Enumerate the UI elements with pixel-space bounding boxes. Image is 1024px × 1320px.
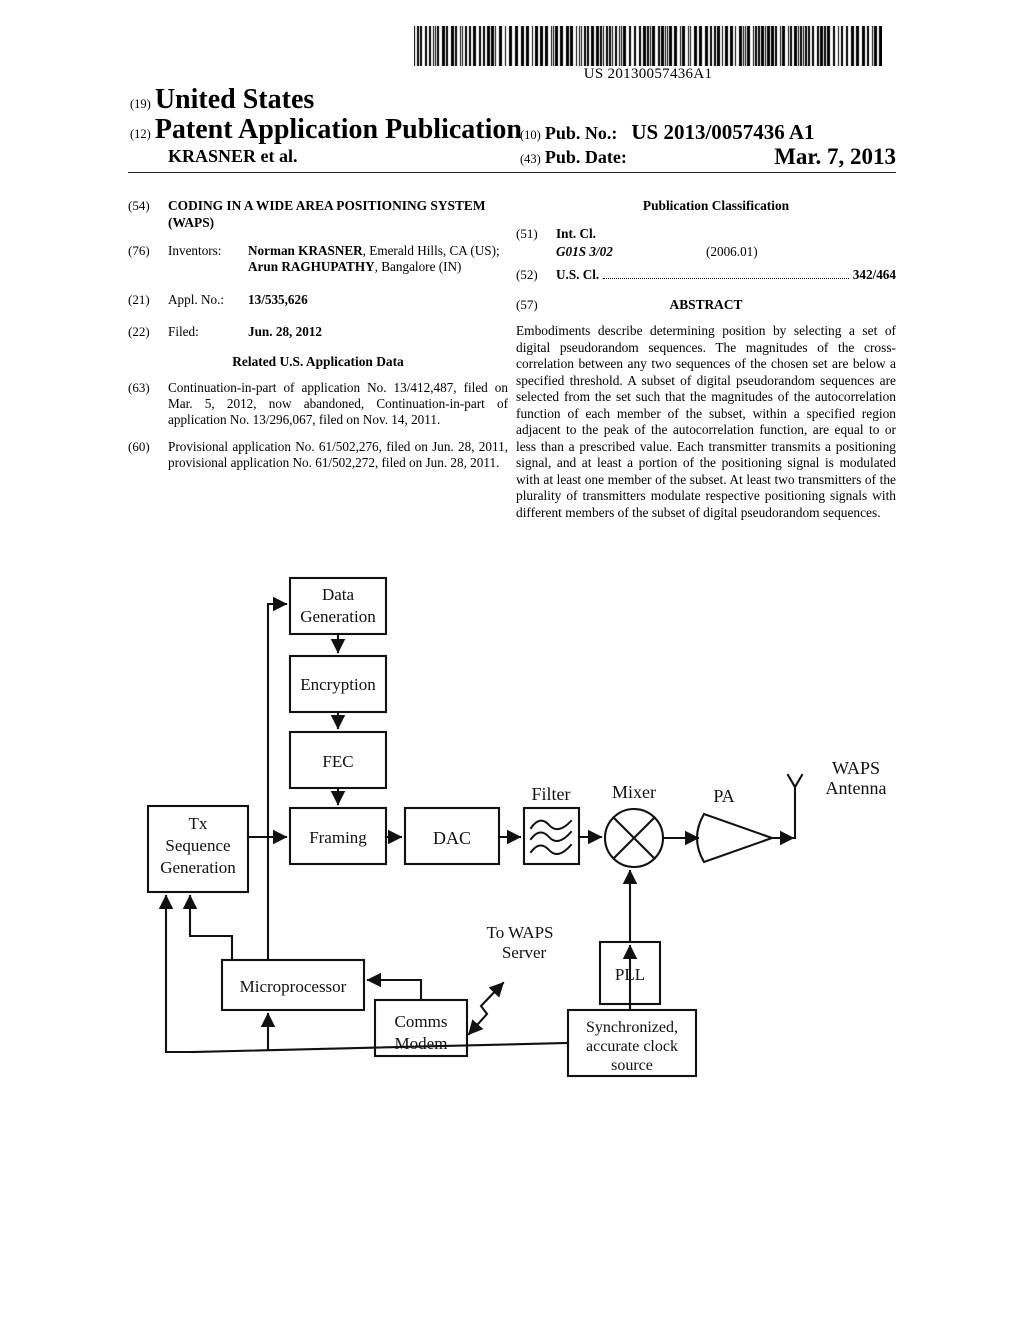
barcode-canvas bbox=[414, 26, 882, 66]
label-tx-1: Tx bbox=[189, 814, 208, 833]
inventor-1-name: Norman KRASNER bbox=[248, 242, 363, 258]
us-cl-field: (52) U.S. Cl. 342/464 bbox=[516, 267, 896, 283]
field-code-76: (76) bbox=[128, 242, 150, 258]
us-cl-label: U.S. Cl. bbox=[556, 266, 600, 282]
edge-microprocessor-modem bbox=[366, 972, 423, 1002]
label-clock-2: accurate clock bbox=[586, 1038, 678, 1055]
label-waps-antenna-1: WAPS bbox=[832, 758, 880, 778]
filed-label: Filed: bbox=[168, 323, 199, 339]
label-tx-3: Generation bbox=[160, 858, 236, 877]
pub-date-label: Pub. Date: bbox=[544, 147, 627, 167]
label-mixer: Mixer bbox=[612, 782, 656, 802]
int-cl-label: Int. Cl. bbox=[556, 226, 596, 242]
pa-symbol-icon bbox=[695, 812, 776, 864]
field-code-10: (10) bbox=[520, 128, 541, 142]
field-code-51: (51) bbox=[516, 226, 538, 242]
label-pa: PA bbox=[713, 786, 734, 806]
appl-no-field: (21) Appl. No.: 13/535,626 bbox=[128, 292, 508, 308]
barcode bbox=[414, 26, 882, 66]
us-cl-leader-dots bbox=[603, 267, 849, 279]
kind-code-12: (12) bbox=[130, 127, 151, 141]
country-line: (19) United States bbox=[130, 84, 314, 116]
us-cl-value: 342/464 bbox=[852, 266, 896, 282]
inventor-1-address: , Emerald Hills, CA (US); bbox=[362, 242, 500, 258]
publication-classification-heading: Publication Classification bbox=[642, 198, 790, 213]
inventor-2-address: , Bangalore (IN) bbox=[374, 259, 462, 274]
related-60-field: (60) Provisional application No. 61/502,… bbox=[128, 439, 508, 471]
inventors-field: (76) Inventors: Norman KRASNER, Emerald … bbox=[128, 243, 508, 276]
inventors-value: Norman KRASNER, Emerald Hills, CA (US); … bbox=[248, 243, 508, 276]
label-to-waps-server-2: Server bbox=[502, 943, 547, 962]
block-diagram-figure: Data Generation Encryption FEC Framing T… bbox=[0, 556, 1024, 1136]
related-60-text: Provisional application No. 61/502,276, … bbox=[168, 439, 508, 471]
label-data-generation-2: Generation bbox=[300, 607, 376, 626]
kind-code-19: (19) bbox=[130, 97, 151, 111]
title-field: (54) CODING IN A WIDE AREA POSITIONING S… bbox=[128, 198, 508, 232]
label-framing: Framing bbox=[309, 828, 367, 847]
edge-microprocessor-datagen bbox=[266, 596, 288, 962]
abstract-heading-row: (57) ABSTRACT bbox=[516, 297, 896, 313]
field-code-43: (43) bbox=[520, 152, 541, 166]
label-encryption: Encryption bbox=[300, 675, 376, 694]
label-data-generation: Data bbox=[322, 585, 355, 604]
pub-no-value: US 2013/0057436 A1 bbox=[631, 120, 815, 144]
patent-front-page: US 20130057436A1 (19) United States (12)… bbox=[0, 0, 1024, 1320]
country-name: United States bbox=[154, 84, 315, 115]
inventors-label: Inventors: bbox=[168, 242, 222, 258]
label-to-waps-server-1: To WAPS bbox=[487, 923, 554, 942]
edge-to-waps-server bbox=[467, 981, 505, 1036]
appl-no-value: 13/535,626 bbox=[248, 291, 308, 307]
int-cl-version: (2006.01) bbox=[706, 244, 758, 260]
label-filter: Filter bbox=[532, 784, 571, 804]
label-clock-1: Synchronized, bbox=[586, 1019, 678, 1036]
label-tx-2: Sequence bbox=[165, 836, 230, 855]
publication-date-row: (43) Pub. Date: Mar. 7, 2013 bbox=[520, 144, 896, 169]
block-diagram-svg: Data Generation Encryption FEC Framing T… bbox=[146, 576, 887, 1078]
abstract-text: Embodiments describe determining positio… bbox=[516, 322, 896, 520]
related-63-field: (63) Continuation-in-part of application… bbox=[128, 380, 508, 428]
related-application-data-heading: Related U.S. Application Data bbox=[232, 353, 404, 369]
waps-antenna-icon bbox=[786, 773, 804, 840]
label-comms-modem-1: Comms bbox=[395, 1012, 448, 1031]
document-type: Patent Application Publication bbox=[154, 114, 522, 145]
barcode-number: US 20130057436A1 bbox=[583, 66, 713, 82]
field-code-60: (60) bbox=[128, 439, 150, 455]
filed-field: (22) Filed: Jun. 28, 2012 bbox=[128, 324, 508, 340]
related-63-text: Continuation-in-part of application No. … bbox=[168, 380, 508, 428]
edge-microprocessor-txseq bbox=[182, 894, 234, 962]
int-cl-code-row: G01S 3/02 (2006.01) bbox=[556, 244, 896, 260]
int-cl-field: (51) Int. Cl. bbox=[516, 226, 896, 242]
document-type-line: (12) Patent Application Publication bbox=[130, 114, 522, 146]
inventor-2-name: Arun RAGHUPATHY bbox=[248, 259, 375, 274]
publication-number-row: (10) Pub. No.: US 2013/0057436 A1 bbox=[520, 120, 896, 145]
appl-no-label: Appl. No.: bbox=[168, 291, 225, 307]
invention-title: CODING IN A WIDE AREA POSITIONING SYSTEM… bbox=[168, 198, 486, 230]
header-divider bbox=[128, 172, 896, 173]
field-code-21: (21) bbox=[128, 291, 150, 307]
field-code-54: (54) bbox=[128, 198, 150, 213]
edge-bus-txseq bbox=[158, 894, 194, 1054]
label-dac: DAC bbox=[433, 828, 471, 848]
field-code-57: (57) bbox=[516, 296, 538, 312]
int-cl-code: G01S 3/02 bbox=[556, 244, 613, 260]
label-comms-modem-2: Modem bbox=[395, 1034, 448, 1053]
field-code-63: (63) bbox=[128, 380, 150, 396]
label-clock-3: source bbox=[611, 1057, 653, 1074]
field-code-52: (52) bbox=[516, 266, 538, 282]
label-waps-antenna-2: Antenna bbox=[826, 778, 887, 798]
label-fec: FEC bbox=[322, 752, 353, 771]
bibliographic-left-column: (54) CODING IN A WIDE AREA POSITIONING S… bbox=[128, 198, 508, 483]
pub-date-value: Mar. 7, 2013 bbox=[774, 144, 896, 169]
label-pll: PLL bbox=[615, 965, 645, 984]
pub-no-label: Pub. No.: bbox=[544, 123, 618, 143]
abstract-heading: ABSTRACT bbox=[669, 296, 743, 312]
applicant-line: KRASNER et al. bbox=[168, 146, 298, 166]
field-code-22: (22) bbox=[128, 323, 150, 339]
bibliographic-right-column: Publication Classification (51) Int. Cl.… bbox=[516, 198, 896, 522]
label-microprocessor: Microprocessor bbox=[240, 977, 347, 996]
filed-value: Jun. 28, 2012 bbox=[248, 323, 323, 339]
